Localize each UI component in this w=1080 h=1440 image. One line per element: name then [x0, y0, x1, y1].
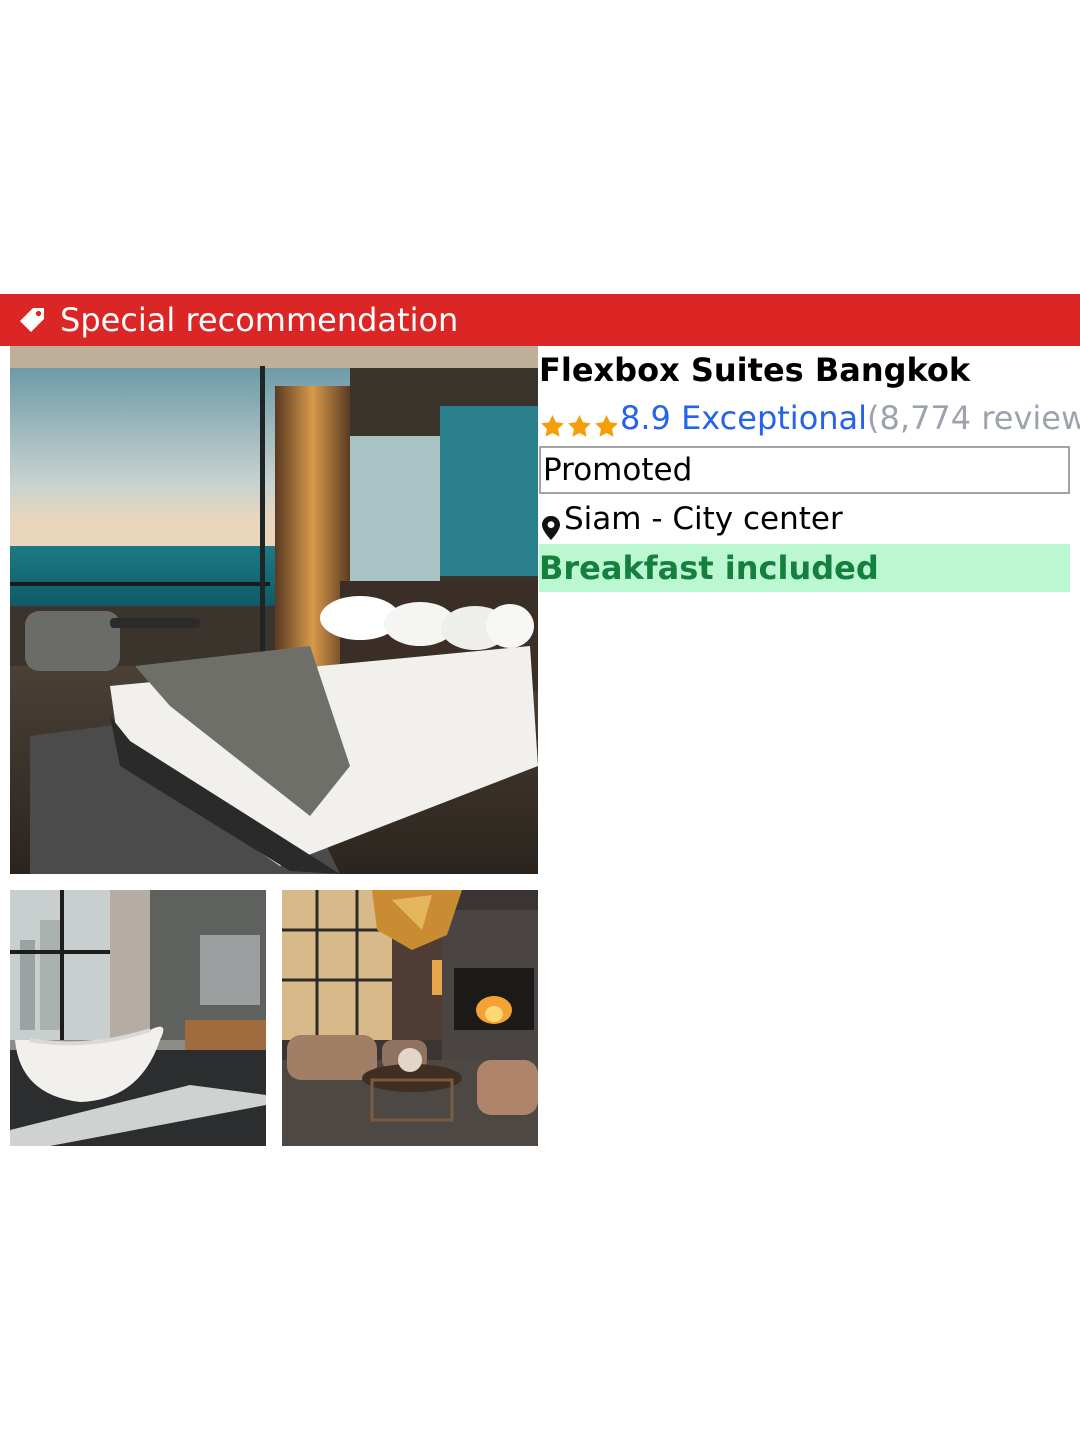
- banner-text: Special recommendation: [60, 301, 459, 339]
- main-photo[interactable]: [10, 346, 538, 874]
- review-count[interactable]: (8,774 reviews): [867, 394, 1080, 442]
- hotel-info: Flexbox Suites Bangkok 8.9 Exceptional (…: [539, 346, 1080, 592]
- rating-row: 8.9 Exceptional (8,774 reviews): [539, 394, 1080, 442]
- star-icon: [566, 405, 593, 437]
- location-text: Siam - City center: [564, 501, 843, 537]
- map-pin-icon: [541, 506, 561, 540]
- review-score[interactable]: 8.9 Exceptional: [620, 394, 867, 442]
- tag-icon: [18, 306, 46, 334]
- special-recommendation-banner: Special recommendation: [0, 294, 1080, 346]
- star-icon: [539, 405, 566, 437]
- star-icon: [593, 405, 620, 437]
- hotel-name[interactable]: Flexbox Suites Bangkok: [539, 346, 1070, 394]
- breakfast-badge: Breakfast included: [539, 544, 1070, 592]
- bathroom-photo[interactable]: [10, 890, 266, 1146]
- promoted-badge: Promoted: [539, 446, 1070, 494]
- lounge-photo[interactable]: [282, 890, 538, 1146]
- star-rating: [539, 405, 620, 437]
- location-row[interactable]: Siam - City center: [539, 494, 1070, 544]
